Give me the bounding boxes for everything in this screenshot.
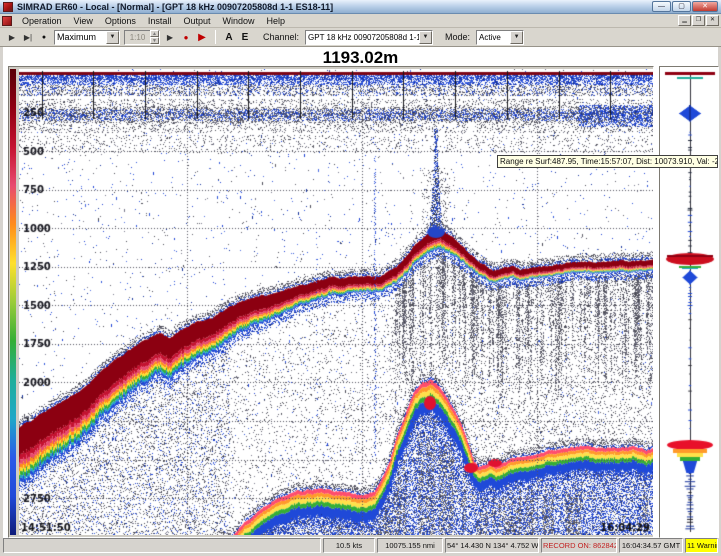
mode-combobox[interactable]: Active ▼ [476, 30, 524, 45]
toolbar-separator [215, 30, 216, 44]
title-bar: SIMRAD ER60 - Local - [Normal] - [GPT 18… [0, 0, 721, 14]
chevron-down-icon[interactable]: ▼ [419, 31, 432, 44]
range-mode-value: Maximum [55, 32, 106, 42]
channel-value: GPT 18 kHz 00907205808d 1-1 ES18-11 [306, 33, 419, 42]
mdi-close-button[interactable]: ✕ [706, 15, 719, 26]
menu-item-operation[interactable]: Operation [16, 15, 68, 27]
chevron-down-icon[interactable]: ▼ [510, 31, 523, 44]
app-icon [3, 2, 13, 12]
simrad-er60-window: { "window": { "title": "SIMRAD ER60 - Lo… [0, 0, 721, 556]
toolbar: ▶ ▶| ● Maximum ▼ 1:10 ▲ ▼ ▶ ● ▶ A E Chan… [0, 28, 721, 47]
status-field-6: 11 Warnings [685, 538, 718, 553]
color-scale-bar [10, 69, 16, 535]
status-bar: 10.5 kts10075.155 nmi54° 14.430 N 134° 4… [3, 538, 718, 553]
record-play-button[interactable]: ▶ [195, 30, 209, 44]
echogram-tooltip: Range re Surf:487.95, Time:15:57:07, Dis… [497, 155, 718, 168]
mdi-minimize-button[interactable]: ▁ [678, 15, 691, 26]
stop-dot-button[interactable]: ● [37, 30, 51, 44]
channel-combobox[interactable]: GPT 18 kHz 00907205808d 1-1 ES18-11 ▼ [305, 30, 433, 45]
status-field-empty [3, 538, 321, 553]
mdi-document-icon [2, 16, 12, 26]
menu-item-options[interactable]: Options [99, 15, 142, 27]
range-mode-combobox[interactable]: Maximum ▼ [54, 30, 120, 45]
menu-item-output[interactable]: Output [177, 15, 216, 27]
status-field-3: 54° 14.430 N 134° 4.752 W [445, 538, 539, 553]
menu-bar: OperationViewOptionsInstallOutputWindowH… [0, 14, 721, 28]
play-to-end-button[interactable]: ▶| [21, 30, 35, 44]
channel-label: Channel: [263, 32, 299, 42]
play-button[interactable]: ▶ [5, 30, 19, 44]
mode-label: Mode: [445, 32, 470, 42]
spinner-down-icon[interactable]: ▼ [150, 37, 159, 44]
close-button[interactable]: ✕ [692, 1, 718, 12]
record-dot-button[interactable]: ● [179, 30, 193, 44]
step-button[interactable]: ▶ [163, 30, 177, 44]
maximize-button[interactable]: ▢ [672, 1, 691, 12]
menu-item-window[interactable]: Window [216, 15, 260, 27]
event-button[interactable]: E [238, 30, 252, 44]
minimize-button[interactable]: — [652, 1, 671, 12]
chevron-down-icon[interactable]: ▼ [106, 31, 119, 44]
single-ping-panel [659, 66, 719, 538]
echogram-panel [8, 66, 654, 538]
mdi-restore-button[interactable]: ❐ [692, 15, 705, 26]
status-field-2: 10075.155 nmi [377, 538, 443, 553]
annotation-button[interactable]: A [222, 30, 236, 44]
menu-item-install[interactable]: Install [142, 15, 178, 27]
spinner-up-icon[interactable]: ▲ [150, 30, 159, 37]
status-field-4: RECORD ON: 8628428 [541, 538, 617, 553]
echogram-canvas[interactable] [19, 69, 653, 535]
single-ping-canvas [663, 69, 717, 535]
client-area: 1193.02m Range re Surf:487.95, Time:15:5… [3, 47, 718, 538]
menu-item-help[interactable]: Help [260, 15, 291, 27]
window-title: SIMRAD ER60 - Local - [Normal] - [GPT 18… [17, 2, 333, 12]
ratio-spinner[interactable]: 1:10 ▲ ▼ [124, 30, 160, 45]
ratio-value: 1:10 [125, 33, 150, 42]
menu-item-view[interactable]: View [68, 15, 99, 27]
status-field-1: 10.5 kts [323, 538, 375, 553]
status-field-5: 16:04:34.57 GMT [619, 538, 683, 553]
mode-value: Active [477, 33, 510, 42]
bottom-depth-readout: 1193.02m [3, 48, 718, 68]
